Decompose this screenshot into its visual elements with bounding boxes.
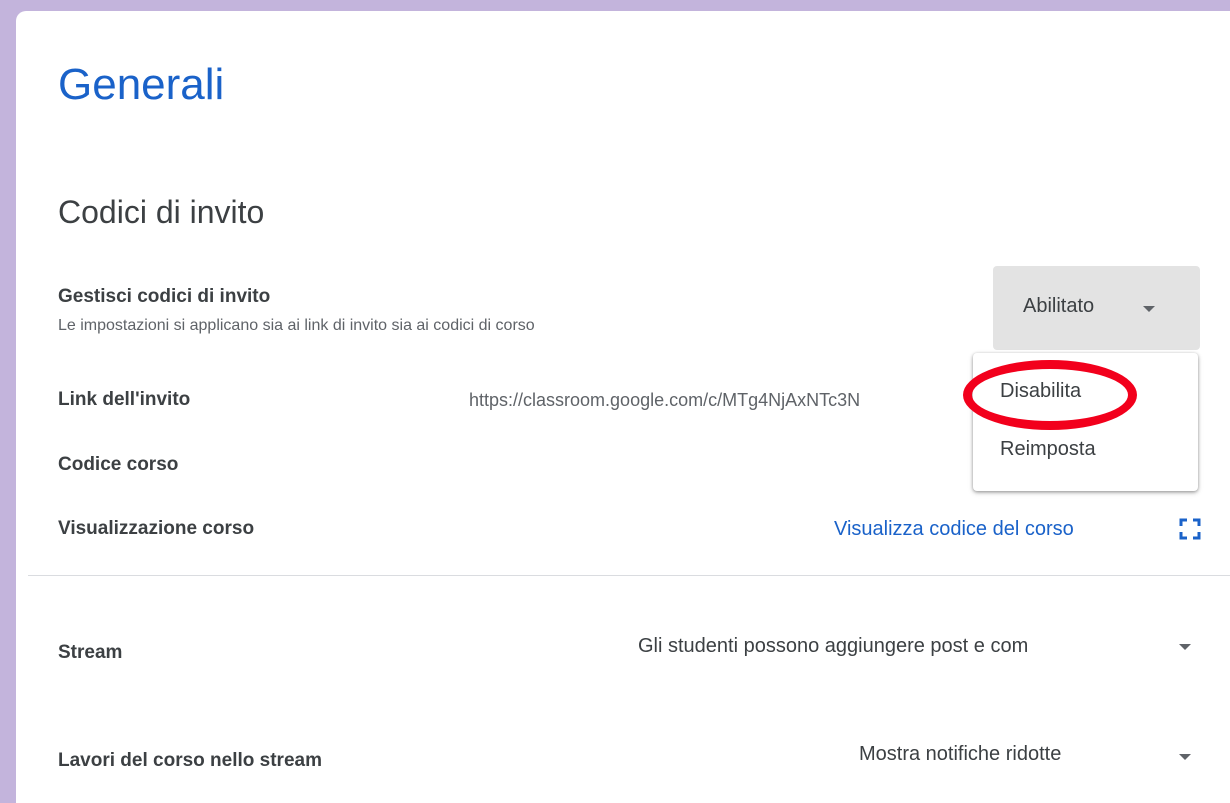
stream-label: Stream	[58, 642, 123, 663]
stream-select-value[interactable]: Gli studenti possono aggiungere post e c…	[638, 636, 1028, 656]
fullscreen-icon[interactable]	[1179, 518, 1201, 540]
page-title: Generali	[58, 60, 225, 109]
invite-link-label: Link dell'invito	[58, 389, 191, 410]
caret-down-icon	[1143, 306, 1155, 312]
course-code-label: Codice corso	[58, 454, 179, 475]
manage-invite-codes-description: Le impostazioni si applicano sia ai link…	[58, 317, 535, 334]
section-title-invite-codes: Codici di invito	[58, 194, 265, 230]
caret-down-icon[interactable]	[1179, 644, 1191, 650]
invite-link-value[interactable]: https://classroom.google.com/c/MTg4NjAxN…	[469, 391, 860, 409]
menu-item-reset[interactable]: Reimposta	[1000, 439, 1096, 459]
section-divider	[28, 575, 1230, 576]
invite-codes-select-value: Abilitato	[1023, 295, 1095, 317]
invite-codes-select[interactable]: Abilitato	[993, 266, 1200, 350]
course-view-label: Visualizzazione corso	[58, 518, 255, 539]
invite-codes-menu: Disabilita Reimposta	[973, 353, 1198, 491]
view-course-code-link[interactable]: Visualizza codice del corso	[834, 519, 1074, 539]
caret-down-icon[interactable]	[1179, 754, 1191, 760]
classwork-stream-select-value[interactable]: Mostra notifiche ridotte	[859, 744, 1061, 764]
menu-item-disable[interactable]: Disabilita	[1000, 381, 1081, 401]
classwork-stream-label: Lavori del corso nello stream	[58, 750, 322, 771]
settings-card: Generali Codici di invito Gestisci codic…	[16, 11, 1230, 803]
manage-invite-codes-label: Gestisci codici di invito	[58, 286, 271, 307]
